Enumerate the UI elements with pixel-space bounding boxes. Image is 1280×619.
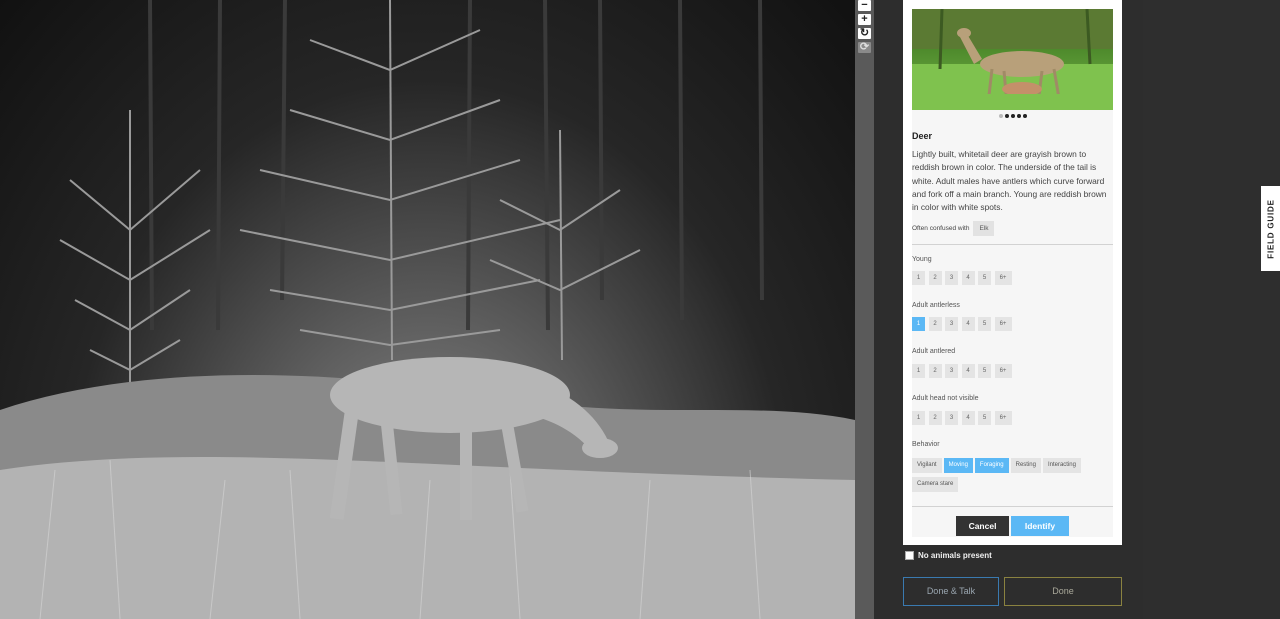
species-photo[interactable] [912,9,1113,110]
count-option-button[interactable]: 2 [928,317,942,331]
count-option-button[interactable]: 2 [928,411,942,425]
confused-with-label: Often confused with [912,225,970,232]
pager-dot[interactable] [1016,114,1021,118]
done-and-talk-button[interactable]: Done & Talk [903,577,999,606]
confused-with-elk-button[interactable]: Elk [973,221,995,236]
count-option-button[interactable]: 4 [961,271,975,285]
divider [912,506,1113,507]
no-animals-label: No animals present [918,551,992,560]
count-option-button[interactable]: 6+ [994,411,1012,425]
count-options: 1 2 3 4 5 6+ [912,271,1015,285]
count-option-button[interactable]: 4 [961,364,975,378]
count-option-button[interactable]: 3 [945,317,958,331]
cancel-button[interactable]: Cancel [956,516,1009,536]
count-option-button[interactable]: 4 [961,411,975,425]
count-option-button[interactable]: 4 [961,317,975,331]
count-option-button[interactable]: 3 [945,271,958,285]
pager-dot[interactable] [1010,114,1015,118]
count-option-button[interactable]: 1 [912,411,925,425]
identify-button[interactable]: Identify [1011,516,1069,536]
count-option-button[interactable]: 5 [978,411,991,425]
no-animals-checkbox[interactable] [905,551,914,560]
behavior-option-button[interactable]: Foraging [974,458,1009,473]
count-option-button[interactable]: 1 [912,271,925,285]
task-column: Deer Lightly built, whitetail deer are g… [874,0,1143,619]
count-option-button[interactable]: 1 [912,364,925,378]
field-guide-tab[interactable]: FIELD GUIDE [1261,186,1280,271]
behavior-label: Behavior [912,441,940,448]
confused-with-row: Often confused with Elk [912,221,995,236]
zoom-controls: − + ↻ ⟳ [855,0,874,619]
panel-content: Deer Lightly built, whitetail deer are g… [912,9,1113,537]
rotate-button[interactable]: ↻ [858,28,871,39]
count-options: 1 2 3 4 5 6+ [912,317,1015,331]
done-button[interactable]: Done [1004,577,1122,606]
count-option-button[interactable]: 2 [928,271,942,285]
pager-dot[interactable] [998,114,1003,118]
count-option-button[interactable]: 6+ [994,317,1012,331]
divider [912,244,1113,245]
behavior-option-button[interactable]: Moving [943,458,973,473]
behavior-options: Vigilant Moving Foraging Resting Interacting… [912,458,1113,496]
identification-panel: Deer Lightly built, whitetail deer are g… [903,0,1122,545]
count-option-button[interactable]: 5 [978,364,991,378]
question-label: Adult antlered [912,348,956,355]
question-label: Adult head not visible [912,395,979,402]
count-option-button[interactable]: 3 [945,411,958,425]
deer-photo-illustration [912,9,1113,110]
count-option-button[interactable]: 5 [978,271,991,285]
night-forest-scene [0,0,855,619]
panel-actions: Cancel Identify [956,516,1069,536]
behavior-option-button[interactable]: Vigilant [912,458,942,473]
no-animals-checkbox-row[interactable]: No animals present [905,551,992,560]
zoom-out-button[interactable]: − [858,0,871,11]
count-option-button[interactable]: 6+ [994,364,1012,378]
count-option-button[interactable]: 1 [912,317,925,331]
count-option-button[interactable]: 3 [945,364,958,378]
animal-name: Deer [912,131,933,141]
reset-view-button[interactable]: ⟳ [858,42,871,53]
photo-pager [912,114,1113,118]
behavior-option-button[interactable]: Camera stare [912,477,959,492]
subject-image[interactable] [0,0,855,619]
question-label: Young [912,256,932,263]
count-options: 1 2 3 4 5 6+ [912,411,1015,425]
pager-dot[interactable] [1004,114,1009,118]
count-options: 1 2 3 4 5 6+ [912,364,1015,378]
field-guide-label: FIELD GUIDE [1266,198,1275,259]
pager-dot[interactable] [1022,114,1027,118]
count-option-button[interactable]: 5 [978,317,991,331]
zoom-in-button[interactable]: + [858,14,871,25]
count-option-button[interactable]: 2 [928,364,942,378]
question-label: Adult antlerless [912,302,960,309]
count-option-button[interactable]: 6+ [994,271,1012,285]
animal-description: Lightly built, whitetail deer are grayis… [912,149,1107,213]
behavior-option-button[interactable]: Resting [1010,458,1041,473]
behavior-option-button[interactable]: Interacting [1042,458,1081,473]
